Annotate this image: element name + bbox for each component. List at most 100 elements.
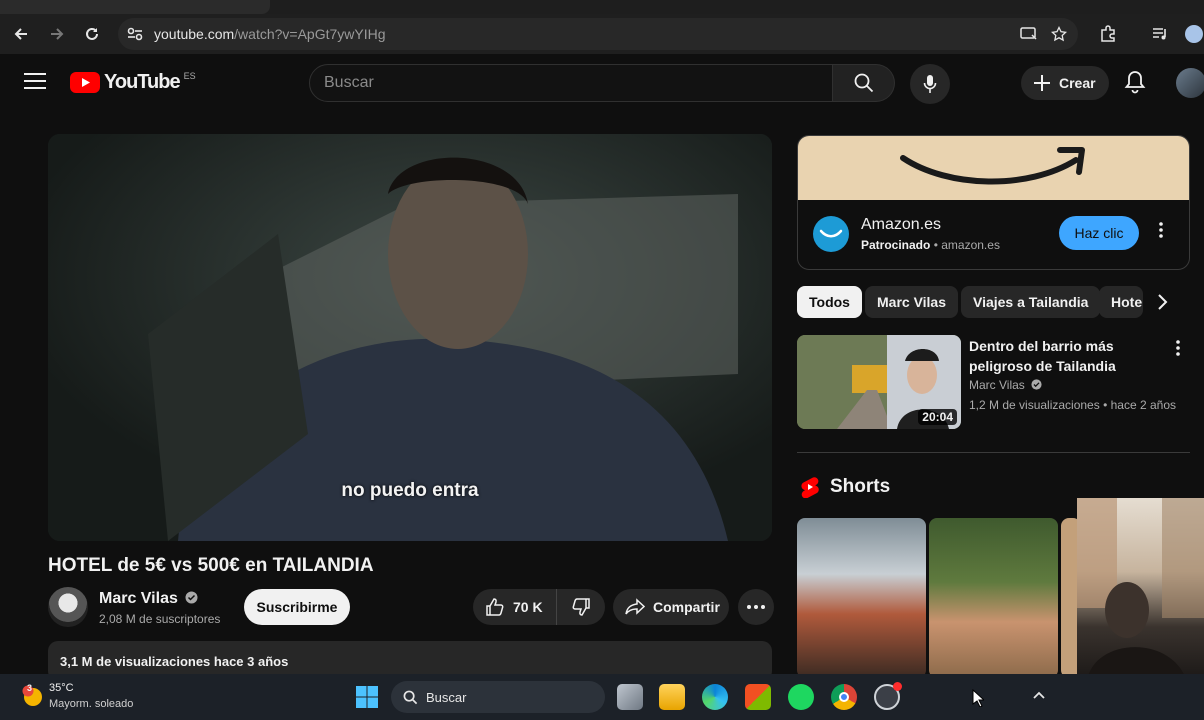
- ad-card[interactable]: Amazon.es Patrocinado • amazon.es Haz cl…: [797, 135, 1190, 270]
- channel-avatar[interactable]: [48, 587, 88, 627]
- chip-viajes[interactable]: Viajes a Tailandia: [961, 286, 1101, 318]
- shorts-icon: [801, 477, 819, 498]
- search-button[interactable]: [833, 64, 895, 102]
- dislike-button[interactable]: [557, 589, 605, 625]
- recommended-video-title[interactable]: Dentro del barrio más peligroso de Taila…: [969, 336, 1169, 376]
- install-app-icon[interactable]: [1020, 26, 1038, 42]
- chevron-right-icon[interactable]: [1156, 292, 1168, 312]
- search-input[interactable]: Buscar: [324, 74, 374, 92]
- microsoft-store-icon[interactable]: [745, 684, 771, 710]
- site-settings-icon[interactable]: [126, 26, 144, 42]
- more-actions-button[interactable]: [738, 589, 774, 625]
- chip-channel[interactable]: Marc Vilas: [865, 286, 959, 318]
- more-horizontal-icon: [747, 605, 765, 609]
- taskbar-search[interactable]: Buscar: [391, 681, 605, 713]
- file-explorer-icon[interactable]: [659, 684, 685, 710]
- recommended-channel-name: Marc Vilas: [969, 378, 1025, 392]
- weather-badge: 3: [27, 683, 33, 693]
- subscriber-count: 2,08 M de suscriptores: [99, 612, 221, 626]
- chip-hoteles[interactable]: Hote: [1099, 286, 1143, 318]
- view-stats: 3,1 M de visualizaciones hace 3 años: [60, 654, 289, 669]
- region-code: ES: [183, 70, 196, 81]
- ad-sponsored-line: Patrocinado • amazon.es: [861, 238, 1000, 252]
- short-thumbnail[interactable]: [797, 518, 926, 678]
- youtube-logo[interactable]: YouTube ES: [70, 71, 196, 94]
- like-button[interactable]: 70 K: [473, 589, 557, 625]
- weather-temperature[interactable]: 35°C: [49, 682, 74, 694]
- ad-menu-icon[interactable]: [1159, 222, 1163, 238]
- search-icon: [403, 690, 418, 704]
- windows-start-icon[interactable]: [355, 685, 379, 709]
- media-controls-icon[interactable]: [1148, 22, 1172, 46]
- create-button[interactable]: Crear: [1021, 66, 1109, 100]
- webcam-overlay: [1077, 498, 1204, 682]
- recommended-video-meta: 1,2 M de visualizaciones • hace 2 años: [969, 398, 1176, 412]
- extensions-icon[interactable]: [1096, 22, 1120, 46]
- channel-name[interactable]: Marc Vilas: [99, 590, 198, 608]
- browser-tab[interactable]: [0, 0, 270, 14]
- shorts-title: Shorts: [830, 476, 891, 497]
- youtube-header: YouTube ES Buscar Crear: [0, 54, 1204, 110]
- bookmark-star-icon[interactable]: [1051, 26, 1067, 42]
- system-tray-chevron-icon[interactable]: [1032, 690, 1046, 700]
- share-label: Compartir: [653, 599, 720, 615]
- mouse-cursor-icon: [972, 689, 984, 707]
- webcam-feed: [1077, 498, 1204, 682]
- create-label: Crear: [1059, 75, 1096, 91]
- forward-icon[interactable]: [45, 22, 69, 46]
- url-text: youtube.com/watch?v=ApGt7ywYIHg: [154, 26, 386, 42]
- windows-taskbar: 3 35°C Mayorm. soleado Buscar: [0, 674, 1204, 720]
- address-bar[interactable]: youtube.com/watch?v=ApGt7ywYIHg: [118, 18, 1078, 50]
- section-divider: [797, 452, 1190, 453]
- task-view-icon[interactable]: [617, 684, 643, 710]
- ad-banner[interactable]: [798, 136, 1189, 200]
- recommended-channel[interactable]: Marc Vilas: [969, 378, 1042, 392]
- browser-tabstrip: [0, 0, 1204, 14]
- share-arrow-icon: [625, 598, 645, 615]
- thumbs-up-icon: [486, 598, 504, 616]
- advertiser-logo[interactable]: [813, 216, 849, 252]
- plus-icon: [1034, 75, 1050, 91]
- back-icon[interactable]: [9, 22, 33, 46]
- reload-icon[interactable]: [80, 22, 104, 46]
- menu-icon[interactable]: [24, 72, 46, 90]
- voice-search-button[interactable]: [910, 64, 950, 104]
- amazon-smile-logo: [900, 147, 1085, 185]
- like-count: 70 K: [513, 599, 543, 615]
- verified-icon: [1031, 379, 1042, 390]
- amazon-smile-icon: [819, 229, 843, 238]
- video-menu-icon[interactable]: [1176, 340, 1180, 356]
- chip-todos[interactable]: Todos: [797, 286, 862, 318]
- video-title: HOTEL de 5€ vs 500€ en TAILANDIA: [48, 555, 374, 576]
- weather-description[interactable]: Mayorm. soleado: [49, 698, 133, 710]
- share-button[interactable]: Compartir: [613, 589, 729, 625]
- recommended-video-thumbnail[interactable]: 20:04: [797, 335, 961, 429]
- spotify-icon[interactable]: [788, 684, 814, 710]
- edge-browser-icon[interactable]: [702, 684, 728, 710]
- search-field[interactable]: Buscar: [309, 64, 833, 102]
- thumbs-down-icon: [572, 598, 590, 616]
- logo-text: YouTube: [104, 71, 181, 93]
- shorts-header: Shorts: [800, 476, 890, 498]
- profile-avatar[interactable]: [1184, 22, 1204, 46]
- video-duration: 20:04: [918, 409, 957, 425]
- video-subtitle: no puedo entra: [341, 480, 479, 501]
- ad-title[interactable]: Amazon.es: [861, 216, 941, 234]
- youtube-play-icon: [70, 72, 100, 93]
- notifications-bell-icon[interactable]: [1124, 70, 1146, 94]
- search-icon: [854, 73, 873, 93]
- verified-icon: [185, 591, 198, 604]
- chrome-icon[interactable]: [831, 684, 857, 710]
- microphone-icon: [923, 75, 937, 93]
- channel-name-text: Marc Vilas: [99, 590, 178, 607]
- browser-toolbar: youtube.com/watch?v=ApGt7ywYIHg: [0, 14, 1204, 54]
- weather-widget-icon[interactable]: 3: [20, 683, 44, 708]
- video-player[interactable]: no puedo entra: [48, 134, 772, 541]
- sponsored-label: Patrocinado: [861, 238, 931, 252]
- ad-domain: • amazon.es: [933, 238, 1000, 252]
- short-thumbnail[interactable]: [929, 518, 1058, 678]
- subscribe-button[interactable]: Suscribirme: [244, 589, 350, 625]
- app-icon[interactable]: [874, 682, 902, 710]
- ad-cta-button[interactable]: Haz clic: [1059, 216, 1139, 250]
- account-avatar[interactable]: [1176, 68, 1204, 98]
